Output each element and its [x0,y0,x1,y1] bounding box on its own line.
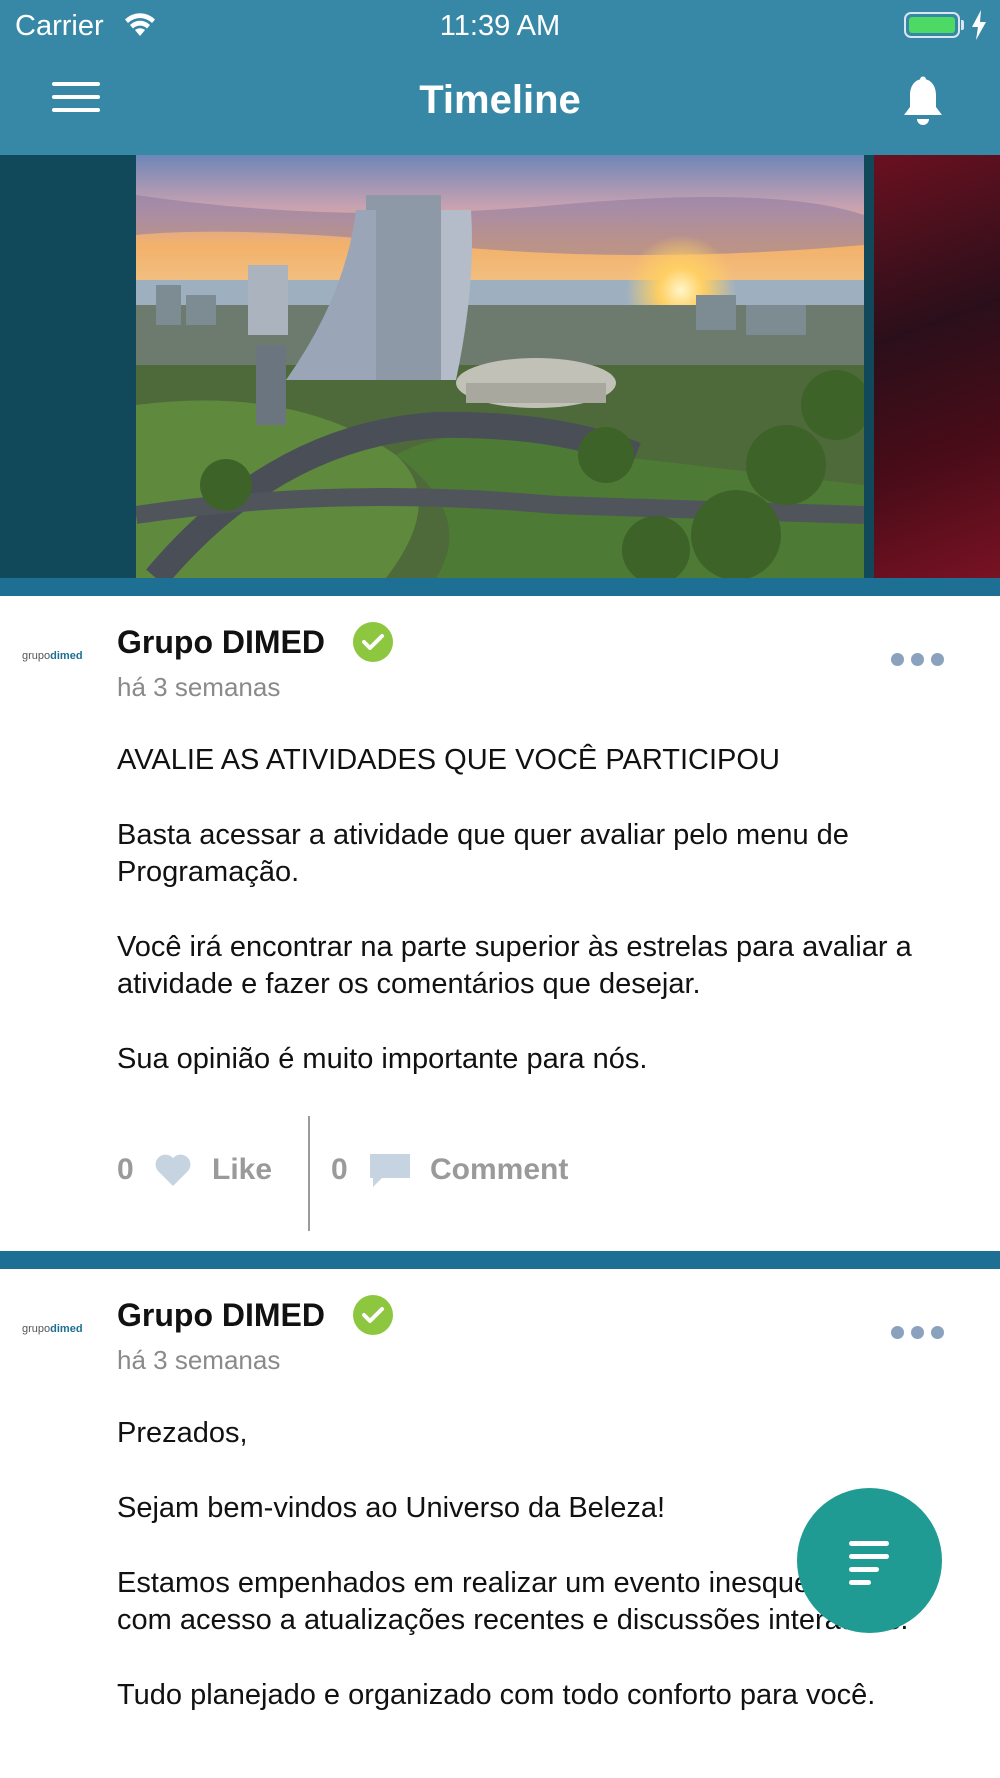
battery-nub [961,20,964,30]
more-options-icon[interactable] [890,1326,946,1340]
page-title: Timeline [419,78,581,122]
post-paragraph: Você irá encontrar na parte superior às … [117,931,912,1000]
post-paragraph: Basta acessar a atividade que quer avali… [117,819,849,888]
top-bar: Carrier 11:39 AM Timeline [0,0,1000,155]
verified-check-icon [353,1295,393,1335]
post-paragraph: Sua opinião é muito importante para nós. [117,1043,648,1075]
avatar-brand: dimed [50,650,83,662]
carousel-slide-city-photo[interactable] [136,155,864,578]
like-button[interactable]: Like [212,1153,272,1187]
avatar-prefix: grupo [22,650,51,662]
timeline-post: grupodimed Grupo DIMED há 3 semanas AVAL… [0,596,1000,1251]
avatar-prefix: grupo [22,1323,51,1335]
post-actions: 0 Like 0 Comment [117,1116,817,1231]
post-paragraph: Prezados, [117,1417,248,1449]
status-bar: Carrier 11:39 AM [0,0,1000,52]
city-sunset-photo [136,155,864,578]
post-paragraph: Tudo planejado e organizado com todo con… [117,1679,876,1711]
verified-check-icon [353,622,393,662]
bell-icon[interactable] [900,76,946,128]
battery-icon [904,12,960,38]
post-author[interactable]: Grupo DIMED [117,624,325,661]
comment-icon[interactable] [370,1154,410,1188]
comment-button[interactable]: Comment [430,1153,568,1187]
post-separator [0,578,1000,596]
post-timestamp: há 3 semanas [117,672,281,702]
post-separator [0,1251,1000,1269]
more-options-icon[interactable] [890,653,946,667]
filter-fab-button[interactable] [797,1488,942,1633]
actions-divider [308,1116,310,1231]
clock: 11:39 AM [439,10,561,42]
avatar-brand: dimed [50,1323,83,1335]
post-author[interactable]: Grupo DIMED [117,1297,325,1334]
post-body: AVALIE AS ATIVIDADES QUE VOCÊ PARTICIPOU… [117,742,937,1116]
avatar[interactable]: grupodimed [22,1323,92,1335]
charging-bolt-icon [972,10,986,40]
post-paragraph: AVALIE AS ATIVIDADES QUE VOCÊ PARTICIPOU [117,744,780,776]
post-timestamp: há 3 semanas [117,1345,281,1375]
heart-icon[interactable] [154,1153,192,1187]
carousel-slide-next[interactable] [874,155,1000,578]
like-count: 0 [117,1153,134,1186]
banner-carousel[interactable] [0,155,1000,578]
comment-count: 0 [331,1153,348,1186]
avatar[interactable]: grupodimed [22,650,92,662]
